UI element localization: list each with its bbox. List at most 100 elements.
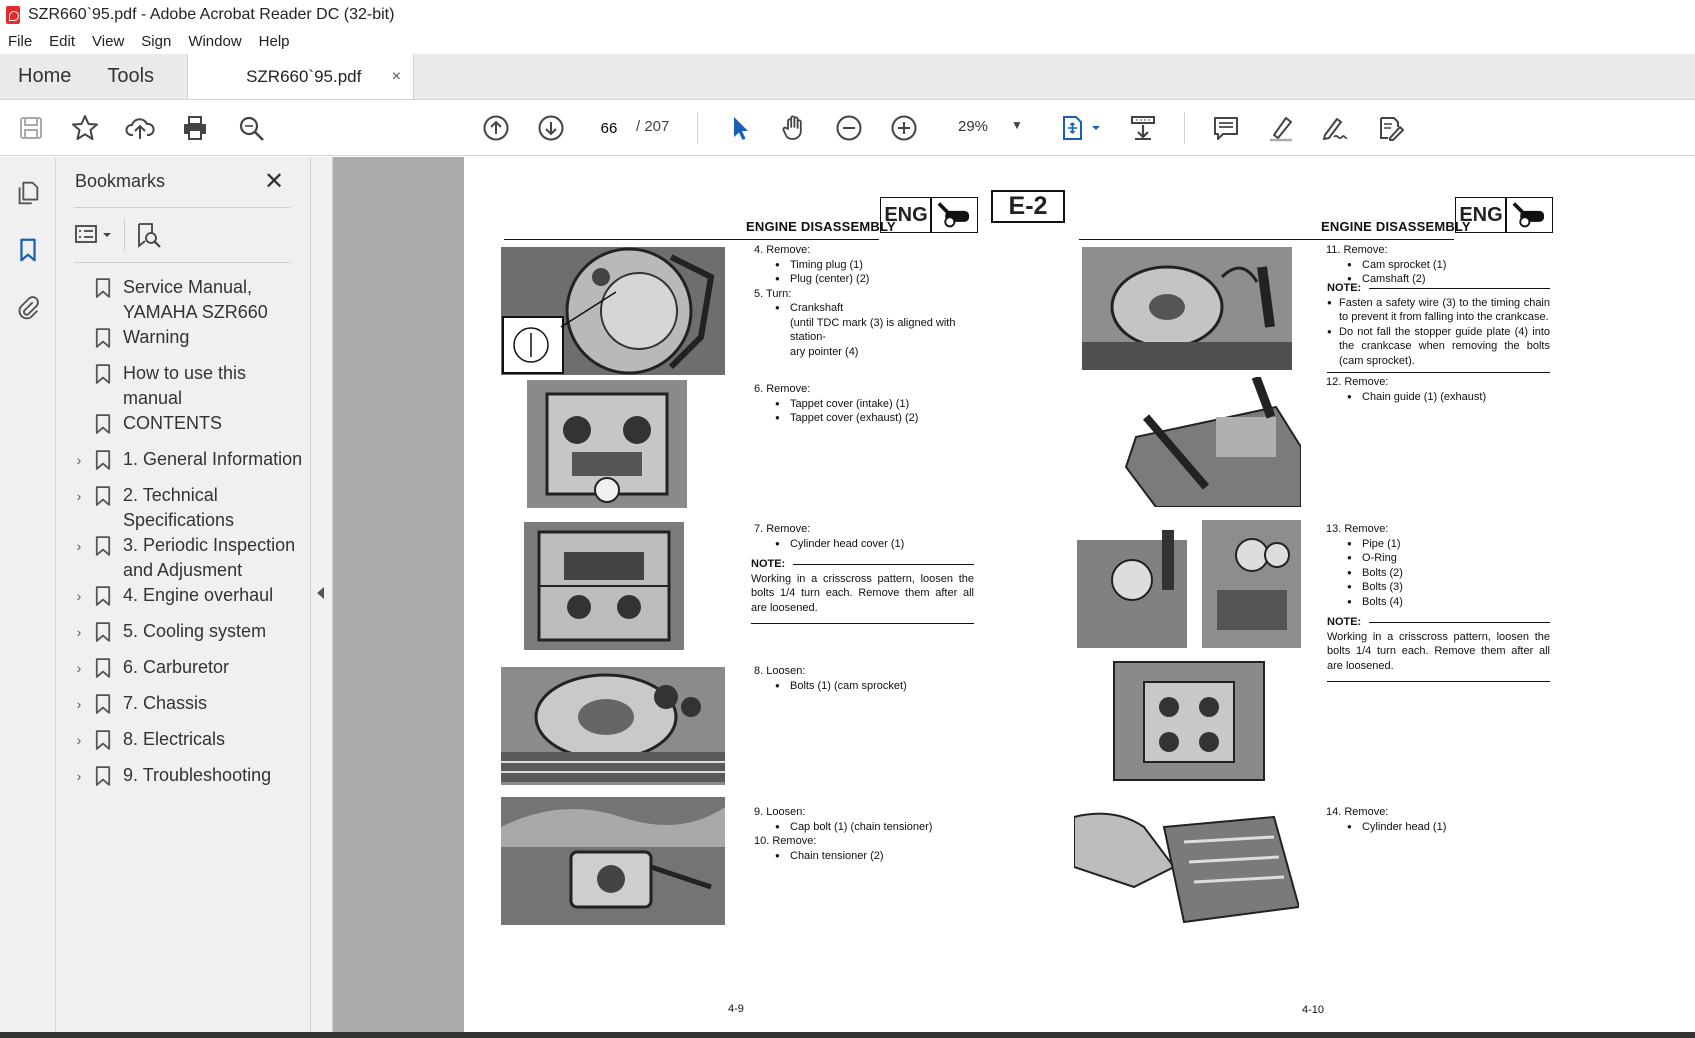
step-heading: 13. Remove: [1326,523,1389,535]
close-tab-icon[interactable]: × [392,68,401,86]
highlight-pen-icon[interactable] [1265,112,1297,144]
close-panel-icon[interactable]: ✕ [264,167,284,196]
photo-camshaft [1082,247,1292,370]
sign-icon[interactable] [1319,112,1351,144]
find-bookmark-icon[interactable] [134,221,164,249]
bookmark-icon [95,325,113,355]
photo-cylinder-head-removal [1074,797,1299,927]
bookmark-label: 7. Chassis [123,693,208,713]
bookmark-item[interactable]: › 4. Engine overhaul [56,583,311,619]
expand-chevron-icon[interactable]: › [68,691,90,717]
bookmark-label: Warning [123,327,190,347]
document-view[interactable]: ENGINE DISASSEMBLY ENG E-2 ENGINE DISASS… [333,157,1695,1032]
zoom-level[interactable]: 29% [958,118,988,135]
zoom-in-icon[interactable] [888,112,920,144]
toolbar [0,100,1695,156]
more-tools-icon[interactable] [1374,112,1406,144]
note-bullet: Do not fall the stopper guide plate (4) … [1327,325,1550,369]
expand-chevron-icon[interactable]: › [68,655,90,681]
photo-head-bolts [1104,657,1279,785]
tab-tools[interactable]: Tools [89,54,172,99]
photo-cam-sprocket [501,667,725,785]
comment-icon[interactable] [1210,112,1242,144]
bookmark-item[interactable]: › 3. Periodic Inspection and Adjusment [56,533,311,583]
bookmark-icon [95,275,113,305]
expand-chevron-icon[interactable]: › [68,533,90,559]
bookmarks-toolbar [74,219,294,251]
bookmark-item[interactable]: › 8. Electricals [56,727,311,763]
section-tag: E-2 [991,190,1065,223]
instruction-step: 14. Remove: Cylinder head (1) [1326,805,1556,834]
step-heading: 10. Remove: [754,835,817,847]
acrobat-app-icon [6,5,20,24]
bookmark-icon [95,583,113,613]
menu-help[interactable]: Help [259,33,290,50]
horizontal-scrollbar[interactable] [0,1032,1695,1038]
bookmark-item[interactable]: › 6. Carburetor [56,655,311,691]
bookmark-label: CONTENTS [123,413,222,433]
page-number-input[interactable] [587,114,631,142]
hand-tool-icon[interactable] [778,112,810,144]
expand-chevron-icon[interactable]: › [68,583,90,609]
menu-edit[interactable]: Edit [49,33,75,50]
bookmarks-panel-icon[interactable] [12,234,44,266]
print-icon[interactable] [179,112,211,144]
next-page-icon[interactable] [535,112,567,144]
photo-tappet-covers [527,380,687,508]
step-item: Crankshaft [754,301,984,316]
bookmark-item[interactable]: › 5. Cooling system [56,619,311,655]
step-item: Bolts (2) [1326,566,1556,581]
bookmark-item[interactable]: › 1. General Information [56,447,311,483]
bookmark-icon [95,655,113,685]
expand-chevron-icon[interactable]: › [68,483,90,509]
bookmark-item[interactable]: › 9. Troubleshooting [56,763,311,799]
tab-bar: Home Tools SZR660`95.pdf × [0,54,1695,100]
note-text: Working in a crisscross pattern, loosen … [751,572,974,614]
zoom-out-icon[interactable] [833,112,865,144]
scrolling-mode-icon[interactable] [1127,112,1159,144]
collapse-panel-icon[interactable] [317,587,324,599]
bookmark-item[interactable]: Service Manual, YAMAHA SZR660 [56,275,311,325]
menu-file[interactable]: File [8,33,32,50]
bookmark-item[interactable]: Warning [56,325,311,361]
bookmark-item[interactable]: › 7. Chassis [56,691,311,727]
search-icon[interactable] [235,112,267,144]
step-item: Tappet cover (intake) (1) [754,397,984,412]
expand-chevron-icon[interactable]: › [68,763,90,789]
menu-window[interactable]: Window [188,33,241,50]
save-icon[interactable] [15,112,47,144]
expand-chevron-icon[interactable]: › [68,727,90,753]
previous-page-icon[interactable] [480,112,512,144]
note-bullet: Fasten a safety wire (3) to the timing c… [1327,296,1550,325]
bookmark-item[interactable]: CONTENTS [56,411,311,447]
expand-chevron-icon[interactable]: › [68,619,90,645]
menu-view[interactable]: View [92,33,124,50]
tab-document[interactable]: SZR660`95.pdf × [187,54,415,99]
toolbar-separator [124,219,125,251]
step-heading: 5. Turn: [754,287,792,300]
fit-page-icon[interactable] [1058,112,1104,144]
bookmark-item[interactable]: How to use this manual [56,361,311,411]
select-cursor-icon[interactable] [724,112,756,144]
star-icon[interactable] [69,112,101,144]
bookmark-label: 6. Carburetor [123,657,230,677]
bookmark-item[interactable]: › 2. Technical Specifications [56,483,311,533]
upload-cloud-icon[interactable] [124,112,156,144]
title-bar: SZR660`95.pdf - Adobe Acrobat Reader DC … [0,0,1695,29]
attachments-icon[interactable] [12,291,44,323]
bookmark-icon [95,533,113,563]
tab-home[interactable]: Home [0,54,89,99]
bookmark-options-icon[interactable] [74,221,116,249]
bookmark-icon [95,727,113,757]
engine-symbol-icon [930,197,978,233]
toolbar-separator [1184,112,1185,144]
zoom-dropdown-icon[interactable]: ▼ [1011,118,1023,132]
page-thumbnails-icon[interactable] [12,177,44,209]
panel-splitter[interactable] [311,157,333,1032]
note-title: NOTE: [1327,615,1550,630]
expand-chevron-icon[interactable]: › [68,447,90,473]
step-item: Bolts (3) [1326,580,1556,595]
menu-sign[interactable]: Sign [141,33,171,50]
photo-chain-guide [1096,377,1301,507]
